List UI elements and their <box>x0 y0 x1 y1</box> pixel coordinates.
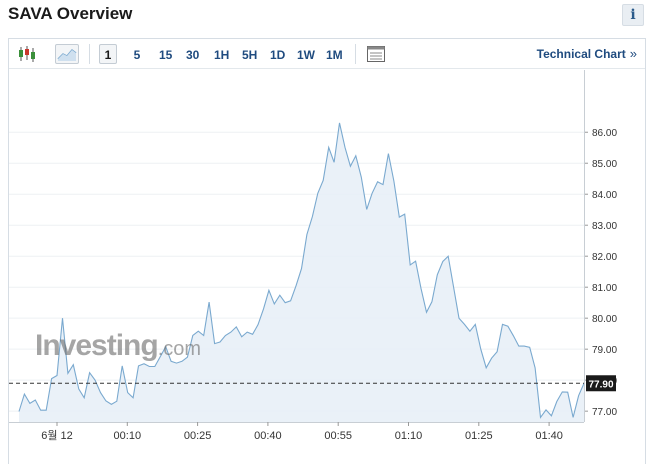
x-tick-0: 6월 12 <box>41 422 73 442</box>
header: SAVA Overview i <box>0 0 654 30</box>
x-tick-7: 01:40 <box>535 422 563 442</box>
period-button-30[interactable]: 30 <box>181 44 204 64</box>
y-tick-9: 86.00 <box>584 128 617 139</box>
period-button-1d[interactable]: 1D <box>265 44 290 64</box>
double-chevron-right-icon: » <box>629 46 637 61</box>
period-button-5[interactable]: 5 <box>128 44 146 64</box>
x-tick-label-0: 6월 12 <box>41 429 73 442</box>
price-area-fill <box>19 122 584 423</box>
period-button-1h[interactable]: 1H <box>209 44 234 64</box>
y-tick-4: 81.00 <box>584 283 617 294</box>
indicators-panel-icon[interactable] <box>365 44 387 64</box>
y-tick-label-4: 81.00 <box>592 283 617 294</box>
watermark-tld: .com <box>157 338 202 360</box>
investing-watermark: Investing.com <box>35 329 201 363</box>
chart-panel: 1 5 15 30 1H 5H 1D 1W 1M Technical Chart… <box>8 38 646 464</box>
x-tick-1: 00:10 <box>114 422 142 442</box>
y-tick-label-9: 86.00 <box>592 128 617 139</box>
period-button-1w[interactable]: 1W <box>292 44 320 64</box>
info-button[interactable]: i <box>622 4 644 26</box>
technical-chart-label: Technical Chart <box>536 47 626 61</box>
x-tick-6: 01:25 <box>465 422 493 442</box>
y-tick-label-2: 79.00 <box>592 345 617 356</box>
x-tick-5: 01:10 <box>395 422 423 442</box>
watermark-brand: Investing <box>35 329 159 362</box>
x-tick-label-1: 00:10 <box>114 430 142 442</box>
y-tick-label-5: 82.00 <box>592 252 617 263</box>
x-tick-label-7: 01:40 <box>535 430 563 442</box>
x-tick-label-5: 01:10 <box>395 430 423 442</box>
area-chart-icon[interactable] <box>55 44 79 64</box>
x-axis: 6월 12 00:10 00:25 00:40 00:55 01:10 01:25 01:40 <box>9 422 584 442</box>
period-button-15[interactable]: 15 <box>154 44 177 64</box>
x-tick-label-4: 00:55 <box>324 430 352 442</box>
y-tick-label-7: 84.00 <box>592 190 617 201</box>
y-tick-label-3: 80.00 <box>592 314 617 325</box>
period-button-1[interactable]: 1 <box>99 44 117 64</box>
x-tick-2: 00:25 <box>184 422 212 442</box>
y-tick-6: 83.00 <box>584 221 617 232</box>
y-tick-label-6: 83.00 <box>592 221 617 232</box>
y-tick-label-0: 77.00 <box>592 407 617 418</box>
chart-toolbar: 1 5 15 30 1H 5H 1D 1W 1M Technical Chart… <box>9 39 645 69</box>
period-button-1m[interactable]: 1M <box>321 44 348 64</box>
x-tick-4: 00:55 <box>324 422 352 442</box>
y-tick-5: 82.00 <box>584 252 617 263</box>
period-button-5h[interactable]: 5H <box>237 44 262 64</box>
toolbar-separator <box>355 44 356 64</box>
technical-chart-link[interactable]: Technical Chart» <box>537 44 637 64</box>
toolbar-separator <box>89 44 90 64</box>
x-tick-label-3: 00:40 <box>254 430 282 442</box>
x-tick-3: 00:40 <box>254 422 282 442</box>
y-tick-7: 84.00 <box>584 190 617 201</box>
page-title: SAVA Overview <box>8 4 133 23</box>
y-tick-2: 79.00 <box>584 345 617 356</box>
x-tick-label-6: 01:25 <box>465 430 493 442</box>
y-tick-label-8: 85.00 <box>592 159 617 170</box>
price-chart[interactable]: 77.0078.0079.0080.0081.0082.0083.0084.00… <box>9 70 645 464</box>
y-axis: 77.0078.0079.0080.0081.0082.0083.0084.00… <box>584 70 617 422</box>
x-tick-label-2: 00:25 <box>184 430 212 442</box>
y-tick-8: 85.00 <box>584 159 617 170</box>
y-tick-0: 77.00 <box>584 407 617 418</box>
y-tick-3: 80.00 <box>584 314 617 325</box>
candlestick-icon[interactable] <box>17 44 39 64</box>
current-price-label: 77.90 <box>588 379 613 390</box>
